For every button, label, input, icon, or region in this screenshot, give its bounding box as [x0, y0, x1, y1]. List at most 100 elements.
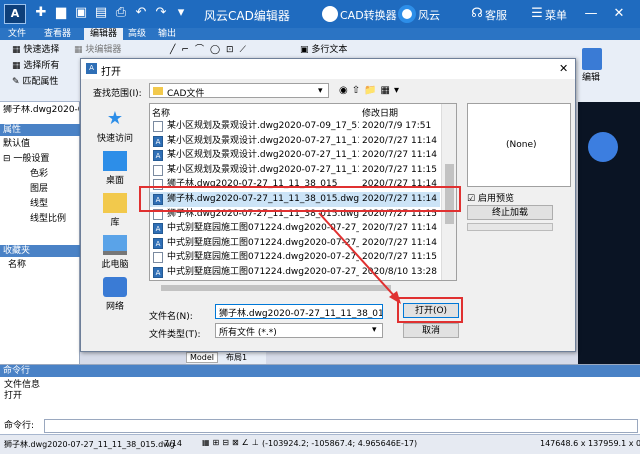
prop-linetype: 线型 — [30, 199, 49, 209]
drawing-canvas[interactable] — [578, 102, 640, 364]
file-tab[interactable]: 狮子林.dwg2020-07 — [3, 105, 79, 116]
properties-header: 属性 — [0, 124, 80, 136]
save-as-icon[interactable]: ▤ — [94, 6, 108, 20]
lookin-value: CAD文件 — [167, 89, 205, 99]
layout-tab[interactable]: 布局1 — [226, 352, 247, 363]
minimize-icon[interactable]: — — [584, 7, 598, 21]
undo-icon[interactable]: ↶ — [134, 6, 148, 20]
dwg-file-icon: A — [153, 223, 163, 235]
annotation-arrow — [318, 212, 401, 304]
model-tab[interactable]: Model — [186, 352, 219, 363]
headset-icon[interactable]: ☊ — [470, 7, 484, 21]
app-title: 风云CAD编辑器 — [204, 9, 290, 23]
open-dialog: A 打开 ✕ 查找范围(I): CAD文件 ▾ ◉⇧📁▦▾ ★ 快速访问 桌面 … — [80, 58, 576, 352]
menu-editor[interactable]: 编辑器 — [84, 28, 124, 40]
status-tool-icons[interactable]: ▦⊞⊟⊠∠⊥ — [202, 438, 262, 447]
select-all-button[interactable]: ▦ 选择所有 — [12, 60, 59, 72]
multiline-text-button[interactable]: ▣ 多行文本 — [300, 44, 347, 56]
menu-bar: 文件 查看器 编辑器 高级 输出 — [0, 28, 640, 40]
command-header: 命令行 — [0, 365, 640, 377]
dropdown-icon[interactable]: ▾ — [174, 6, 188, 20]
fengyun-icon[interactable] — [398, 5, 416, 23]
default-value-label: 默认值 — [3, 139, 31, 149]
dialog-title: 打开 — [101, 67, 121, 78]
menu-viewer[interactable]: 查看器 — [38, 28, 77, 40]
place-library[interactable]: 库 — [87, 193, 143, 228]
close-icon[interactable]: ✕ — [612, 7, 626, 21]
loading-progress-bar — [467, 223, 553, 231]
converter-link[interactable]: CAD转换器 — [340, 7, 397, 23]
quick-select-button[interactable]: ▦ 快速选择 — [12, 44, 59, 56]
redo-icon[interactable]: ↷ — [154, 6, 168, 20]
canvas-tabs: Model 布局1 — [186, 352, 266, 364]
document-icon — [153, 252, 163, 264]
network-icon — [103, 277, 127, 297]
chevron-down-icon: ▾ — [318, 86, 323, 96]
lookin-select[interactable]: CAD文件 ▾ — [149, 83, 329, 99]
place-this-pc[interactable]: 此电脑 — [87, 235, 143, 270]
dwg-file-icon: A — [153, 237, 163, 249]
menu-file[interactable]: 文件 — [2, 28, 32, 40]
match-properties-button[interactable]: ✎ 匹配属性 — [12, 76, 58, 88]
menu-advanced[interactable]: 高级 — [122, 28, 152, 40]
menu-icon[interactable]: ☰ — [530, 7, 544, 21]
title-bar: A ✚ ▆ ▣ ▤ ⎙ ↶ ↷ ▾ 风云CAD编辑器 CAD转换器 风云 ☊ 客… — [0, 0, 640, 28]
file-row[interactable]: 某小区规划及景观设计.dwg2020-07-27_11_11_3...2020/… — [150, 163, 440, 178]
place-quick-access[interactable]: ★ 快速访问 — [87, 109, 143, 145]
file-date: 2020/7/27 11:14 — [362, 150, 437, 161]
command-line-2: 打开 — [4, 391, 23, 401]
desktop-icon — [103, 151, 127, 171]
edit-button-label[interactable]: 编辑 — [582, 72, 600, 84]
save-icon[interactable]: ▣ — [74, 6, 88, 20]
dialog-close-icon[interactable]: ✕ — [559, 62, 568, 75]
document-icon — [153, 121, 163, 132]
file-row[interactable]: A 某小区规划及景观设计.dwg2020-07-27_11_11_3...2020… — [150, 134, 440, 149]
command-line-1: 文件信息 — [4, 380, 41, 390]
cancel-button[interactable]: 取消 — [403, 323, 459, 338]
file-name: 某小区规划及景观设计.dwg2020-07-27_11_11_3... — [167, 135, 359, 146]
dwg-file-icon: A — [153, 267, 163, 278]
translate-icon[interactable] — [588, 132, 618, 162]
new-icon[interactable]: ✚ — [34, 6, 48, 20]
command-input[interactable] — [44, 419, 638, 433]
place-network[interactable]: 网络 — [87, 277, 143, 312]
preview-pane: (None) — [467, 103, 571, 187]
dialog-title-bar: A 打开 ✕ — [81, 59, 575, 79]
menu-output[interactable]: 输出 — [152, 28, 182, 40]
computer-icon — [103, 235, 127, 255]
file-row[interactable]: 某小区规划及景观设计.dwg2020-07-09_17_51_2...2020/… — [150, 119, 440, 134]
status-coords: (-103924.2; -105867.4; 4.965646E-17) — [262, 439, 418, 448]
favorites-header: 收藏夹 — [0, 245, 80, 257]
nav-buttons[interactable]: ◉⇧📁▦▾ — [339, 85, 403, 96]
converter-icon[interactable] — [322, 6, 338, 22]
print-icon[interactable]: ⎙ — [114, 6, 128, 20]
column-name[interactable]: 名称 — [152, 106, 170, 119]
fengyun-link[interactable]: 风云 — [418, 7, 440, 23]
status-pages: 7/14 — [164, 439, 182, 448]
enable-preview-checkbox[interactable]: ☑ 启用预览 — [467, 191, 514, 204]
file-row[interactable]: A 某小区规划及景观设计.dwg2020-07-27_11_11_3...2020… — [150, 148, 440, 163]
ribbon-right: 编辑 — [576, 40, 640, 102]
document-icon — [153, 164, 163, 176]
file-date: 2020/7/27 11:15 — [362, 164, 437, 175]
edit-icon[interactable] — [582, 48, 602, 70]
column-date[interactable]: 修改日期 — [362, 106, 398, 119]
prop-layer: 图层 — [30, 184, 49, 194]
place-desktop[interactable]: 桌面 — [87, 151, 143, 186]
open-folder-icon[interactable]: ▆ — [54, 6, 68, 20]
filetype-select[interactable]: 所有文件 (*.*) ▾ — [215, 323, 383, 338]
menu-link[interactable]: 菜单 — [545, 7, 567, 23]
dialog-app-icon: A — [86, 63, 97, 74]
lookin-label: 查找范围(I): — [93, 89, 142, 99]
draw-tools-icon[interactable]: ╱⌐⌒◯⊡⟋ — [170, 44, 252, 56]
open-button[interactable]: 打开(O) — [403, 303, 459, 318]
block-editor-button[interactable]: ▦ 块编辑器 — [74, 44, 121, 56]
service-link[interactable]: 客服 — [485, 7, 507, 23]
library-icon — [103, 193, 127, 213]
name-label: 名称 — [8, 260, 27, 270]
folder-icon — [153, 87, 163, 95]
stop-loading-button[interactable]: 终止加载 — [467, 205, 553, 220]
general-settings-group[interactable]: ⊟ 一般设置 — [3, 154, 49, 165]
selection-highlight — [139, 186, 461, 212]
file-name: 某小区规划及景观设计.dwg2020-07-27_11_11_3... — [167, 164, 359, 175]
